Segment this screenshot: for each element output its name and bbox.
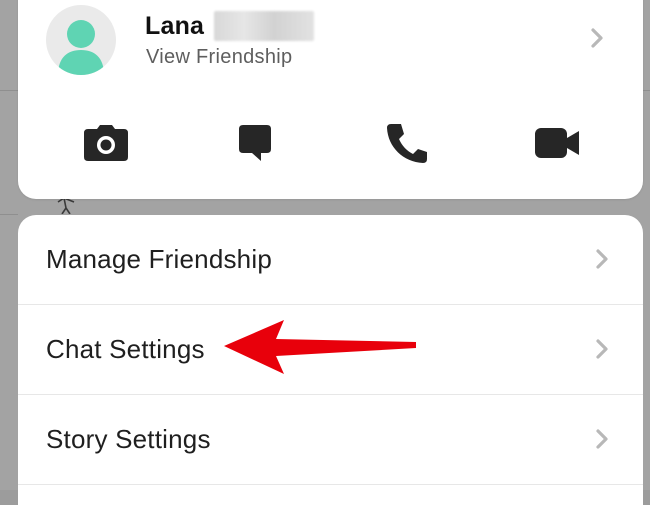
video-call-button[interactable] <box>532 121 582 165</box>
chevron-right-icon[interactable] <box>586 27 608 49</box>
menu-item-label: Manage Friendship <box>46 244 272 274</box>
annotation-arrow-icon <box>224 320 416 374</box>
phone-icon <box>387 124 427 163</box>
avatar[interactable] <box>46 5 116 75</box>
chevron-right-icon <box>596 249 608 269</box>
chat-icon <box>239 125 271 161</box>
menu-divider <box>18 484 643 485</box>
friend-profile-card: Lana View Friendship <box>18 0 643 199</box>
camera-button[interactable] <box>81 121 131 165</box>
background-divider <box>0 90 18 91</box>
story-settings-item[interactable]: Story Settings <box>18 395 643 484</box>
background-divider <box>0 214 18 215</box>
friend-name: Lana <box>145 11 205 40</box>
manage-friendship-item[interactable]: Manage Friendship <box>18 215 643 304</box>
call-button[interactable] <box>382 121 432 165</box>
redacted-surname <box>214 11 315 41</box>
friend-name-row[interactable]: Lana <box>145 9 315 43</box>
video-icon <box>535 128 579 158</box>
chevron-right-icon <box>596 429 608 449</box>
menu-item-label: Story Settings <box>46 424 211 454</box>
menu-item-label: Chat Settings <box>46 334 205 364</box>
default-avatar-icon <box>58 20 104 75</box>
chat-button[interactable] <box>230 121 280 165</box>
chevron-right-icon <box>596 339 608 359</box>
view-friendship-link[interactable]: View Friendship <box>146 46 292 69</box>
camera-icon <box>84 125 128 161</box>
